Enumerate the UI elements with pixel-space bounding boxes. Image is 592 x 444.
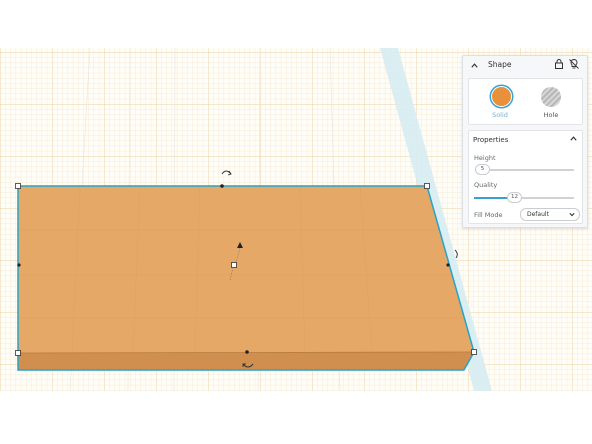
box-front-face [18,352,474,370]
handle-top-right[interactable] [424,183,430,189]
lock-icon[interactable] [553,58,565,70]
fill-mode-value: Default [527,211,549,218]
height-label: Height [474,154,496,162]
quality-label: Quality [474,181,498,189]
chevron-down-icon [569,212,575,217]
handle-center[interactable] [231,262,237,268]
properties-title: Properties [473,136,509,144]
height-slider-track[interactable] [482,169,574,171]
shape-type-card: Solid Hole [468,78,583,125]
handle-bottom-right[interactable] [471,349,477,355]
quality-slider-fill [474,197,511,199]
hole-label: Hole [543,111,559,119]
lightbulb-off-icon[interactable] [568,58,580,70]
handle-bottom-left[interactable] [15,350,21,356]
fill-mode-select[interactable]: Default [520,208,580,221]
solid-label: Solid [492,111,508,119]
solid-option[interactable] [491,86,512,107]
quality-slider-thumb[interactable]: 12 [507,192,522,203]
shape-panel-title: Shape [488,60,512,69]
shape-inspector-panel: Shape Solid Hole Properties Height 5 Qua… [462,55,588,228]
box-top-face[interactable] [18,186,474,353]
hole-option[interactable] [541,87,561,107]
handle-top-left[interactable] [15,183,21,189]
fill-mode-label: Fill Mode [474,211,503,219]
shape-panel-header: Shape [463,56,587,74]
height-slider-thumb[interactable]: 5 [475,164,490,175]
properties-card: Properties Height 5 Quality 12 Fill Mode… [468,130,583,224]
chevron-up-icon[interactable] [470,61,479,70]
box-shape[interactable] [17,185,475,371]
chevron-up-icon[interactable] [569,134,578,143]
